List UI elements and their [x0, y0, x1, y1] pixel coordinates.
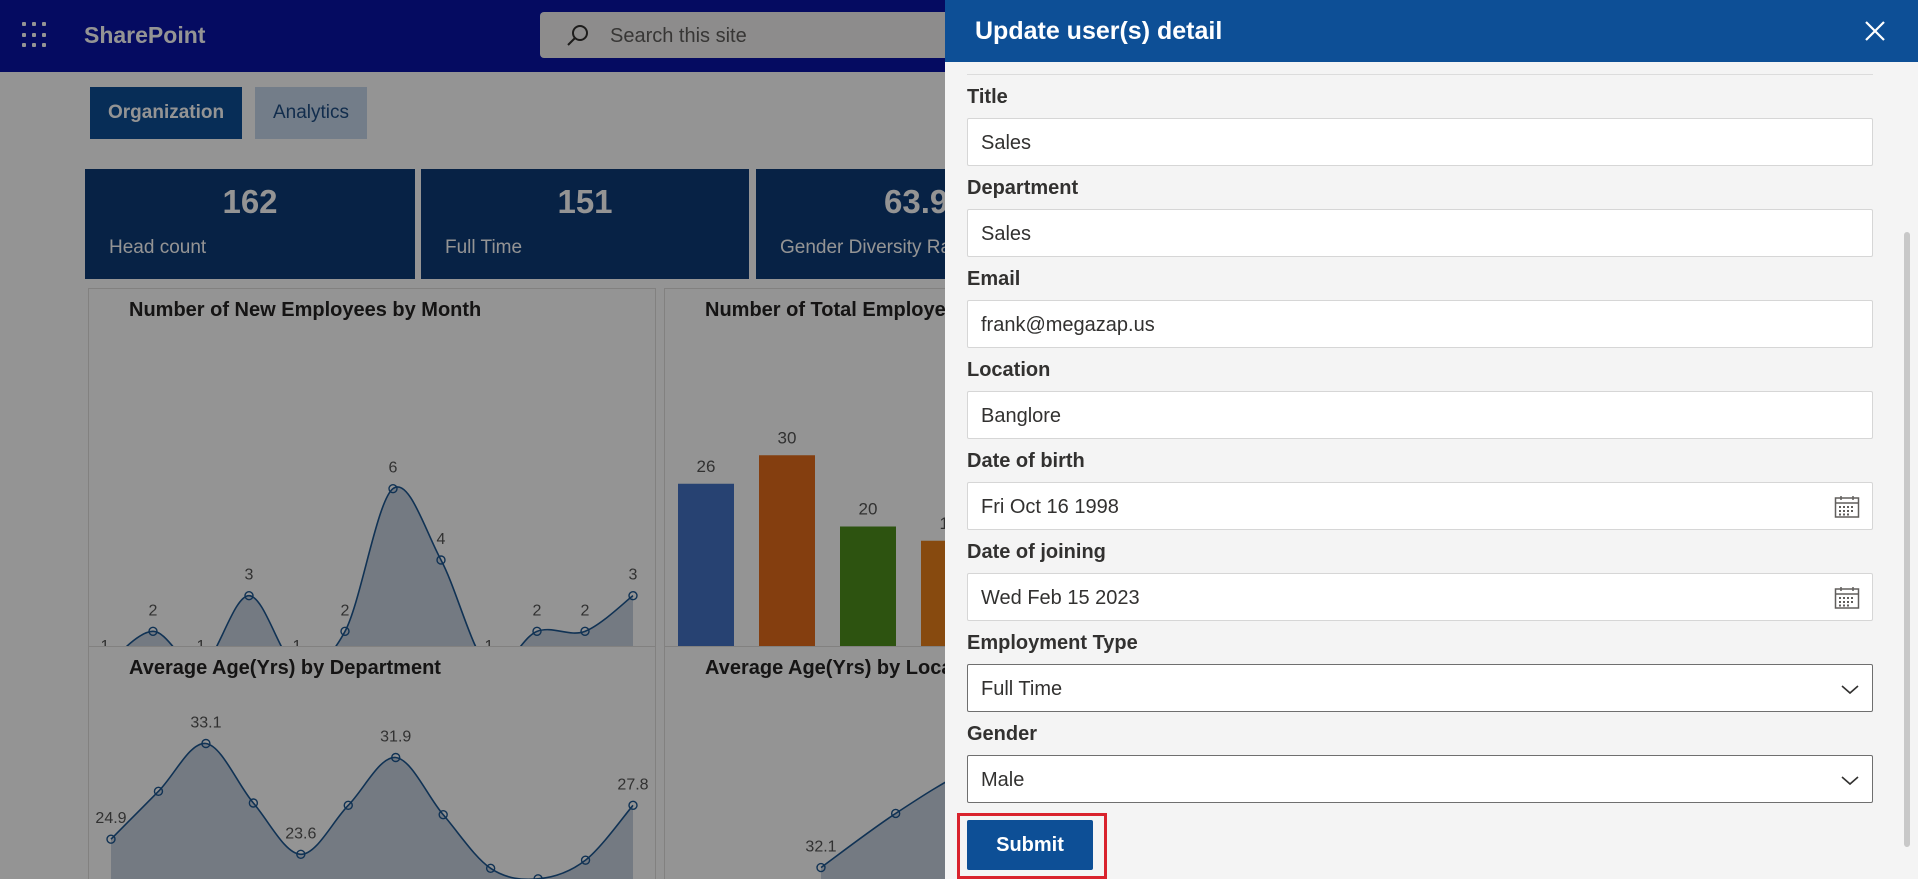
panel-header: Update user(s) detail	[945, 0, 1918, 62]
panel-divider	[967, 74, 1873, 75]
employment-type-value: Full Time	[981, 678, 1063, 700]
email-field-value: frank@megazap.us	[981, 314, 1155, 336]
submit-button[interactable]: Submit	[967, 820, 1093, 870]
date-of-birth-field-label: Date of birth	[967, 450, 1085, 472]
location-field[interactable]: Banglore	[967, 391, 1873, 439]
department-field-label: Department	[967, 177, 1079, 199]
calendar-icon[interactable]	[1834, 586, 1860, 610]
employment-type-dropdown[interactable]: Full Time	[967, 664, 1873, 712]
gender-field-label: Gender	[967, 723, 1038, 745]
title-field-value: Sales	[981, 132, 1032, 154]
date-of-joining-field-label: Date of joining	[967, 541, 1106, 563]
close-icon	[1865, 21, 1885, 41]
department-field-value: Sales	[981, 223, 1032, 245]
chevron-down-icon	[1841, 685, 1859, 695]
gender-value: Male	[981, 769, 1025, 791]
calendar-icon[interactable]	[1834, 495, 1860, 519]
department-field[interactable]: Sales	[967, 209, 1873, 257]
panel-title: Update user(s) detail	[975, 17, 1223, 45]
title-field-label: Title	[967, 86, 1008, 108]
location-field-value: Banglore	[981, 405, 1062, 427]
gender-dropdown[interactable]: Male	[967, 755, 1873, 803]
date-of-joining-field[interactable]: Wed Feb 15 2023	[967, 573, 1873, 621]
location-field-label: Location	[967, 359, 1051, 381]
panel-scrollbar[interactable]	[1904, 232, 1910, 847]
close-button[interactable]	[1860, 16, 1890, 46]
date-of-birth-field[interactable]: Fri Oct 16 1998	[967, 482, 1873, 530]
title-field[interactable]: Sales	[967, 118, 1873, 166]
employment-type-field-label: Employment Type	[967, 632, 1138, 654]
chevron-down-icon	[1841, 776, 1859, 786]
date-of-birth-field-value: Fri Oct 16 1998	[981, 496, 1119, 518]
email-field-label: Email	[967, 268, 1021, 290]
date-of-joining-field-value: Wed Feb 15 2023	[981, 587, 1140, 609]
update-user-panel: Update user(s) detail Title Sales Depart…	[945, 0, 1918, 879]
email-field[interactable]: frank@megazap.us	[967, 300, 1873, 348]
